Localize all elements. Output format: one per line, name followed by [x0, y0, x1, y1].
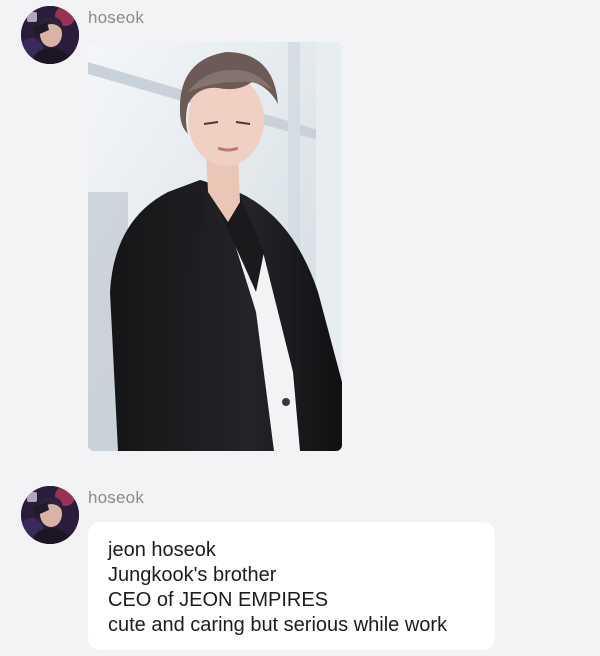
sender-name: hoseok: [88, 488, 145, 507]
message-line: CEO of JEON EMPIRES: [108, 589, 329, 611]
message-line: jeon hoseok: [108, 539, 216, 561]
message-line: cute and caring but serious while work: [108, 614, 448, 636]
avatar-image: [21, 486, 79, 544]
message-bubble[interactable]: jeon hoseok Jungkook's brother CEO of JE…: [88, 522, 495, 650]
sender-avatar[interactable]: [21, 486, 79, 544]
message-group-text: hoseok jeon hoseok Jungkook's brother CE…: [0, 0, 600, 656]
message-line: Jungkook's brother: [108, 564, 277, 586]
